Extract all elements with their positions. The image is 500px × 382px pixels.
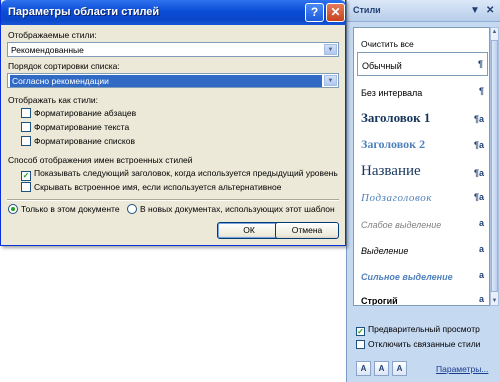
style-item-heading-2[interactable]: Заголовок 2 ¶a — [357, 130, 488, 156]
format-lists-checkbox[interactable]: Форматирование списков — [21, 136, 135, 146]
chevron-down-icon[interactable]: ▼ — [324, 75, 337, 86]
sort-order-select[interactable]: Согласно рекомендации ▼ — [7, 73, 339, 88]
style-item-label: Обычный — [362, 61, 402, 71]
show-next-heading-label: Показывать следующий заголовок, когда ис… — [34, 168, 338, 178]
checkbox-box[interactable] — [21, 122, 31, 132]
checkbox-box[interactable] — [356, 340, 365, 349]
chevron-down-icon[interactable]: ▼ — [324, 44, 337, 55]
new-documents-label: В новых документах, использующих этот ша… — [140, 204, 335, 214]
dialog-titlebar[interactable]: Параметры области стилей ? ✕ — [1, 0, 346, 25]
new-documents-radio[interactable]: В новых документах, использующих этот ша… — [127, 204, 335, 214]
linked-style-icon: ¶a — [473, 140, 484, 150]
options-link[interactable]: Параметры... — [436, 364, 488, 374]
style-item-label: Очистить все — [361, 39, 414, 49]
style-inspector-icon[interactable]: A — [374, 361, 389, 376]
linked-style-icon: ¶a — [473, 114, 484, 124]
displayed-styles-select[interactable]: Рекомендованные ▼ — [7, 42, 339, 57]
style-item-emphasis[interactable]: Выделение a — [357, 234, 488, 260]
style-item-label: Заголовок 2 — [361, 137, 426, 151]
hide-builtin-name-checkbox[interactable]: Скрывать встроенное имя, если использует… — [21, 182, 281, 192]
preview-checkbox[interactable]: ✓ Предварительный просмотр — [356, 324, 480, 336]
style-item-no-spacing[interactable]: Без интервала ¶ — [357, 78, 488, 102]
radio-dot[interactable] — [8, 204, 18, 214]
paragraph-style-icon: ¶ — [477, 59, 483, 69]
style-item-intense-emphasis[interactable]: Сильное выделение a — [357, 260, 488, 286]
character-style-icon: a — [478, 218, 484, 228]
checkbox-box[interactable]: ✓ — [21, 171, 31, 181]
scrollbar-thumb[interactable] — [491, 40, 498, 292]
preview-label: Предварительный просмотр — [368, 324, 480, 334]
style-item-label: Строгий — [361, 296, 398, 306]
character-style-icon: a — [478, 270, 484, 280]
style-item-label: Сильное выделение — [361, 272, 453, 282]
pane-menu-dropdown-icon[interactable]: ▼ — [470, 5, 480, 16]
show-as-styles-label: Отображать как стили: — [8, 95, 99, 105]
checkbox-box[interactable] — [21, 108, 31, 118]
pane-toolbar: AAA — [356, 361, 410, 376]
styles-pane-header: Стили ▼ ✕ — [347, 0, 500, 22]
style-pane-options-dialog: Параметры области стилей ? ✕ Отображаемы… — [0, 0, 346, 246]
style-item-title[interactable]: Название ¶a — [357, 156, 488, 184]
sort-order-value: Согласно рекомендации — [10, 75, 322, 87]
ok-button[interactable]: ОК — [217, 222, 281, 239]
hide-builtin-name-label: Скрывать встроенное имя, если использует… — [34, 182, 282, 192]
only-this-document-label: Только в этом документе — [21, 204, 120, 214]
style-item-strong[interactable]: Строгий a — [357, 286, 488, 306]
style-item-normal[interactable]: Обычный ¶ — [357, 52, 488, 76]
format-paragraphs-checkbox[interactable]: Форматирование абзацев — [21, 108, 136, 118]
style-item-label: Выделение — [361, 246, 409, 256]
format-text-label: Форматирование текста — [34, 122, 130, 132]
style-item-label: Название — [361, 163, 421, 179]
pane-close-icon[interactable]: ✕ — [486, 5, 494, 16]
styles-pane-title: Стили — [353, 5, 381, 15]
manage-styles-icon[interactable]: A — [392, 361, 407, 376]
dialog-title: Параметры области стилей — [8, 6, 160, 18]
sort-order-label: Порядок сортировки списка: — [8, 61, 120, 71]
disable-linked-label: Отключить связанные стили — [368, 339, 481, 349]
style-item-heading-1[interactable]: Заголовок 1 ¶a — [357, 104, 488, 130]
disable-linked-styles-checkbox[interactable]: Отключить связанные стили — [356, 339, 480, 349]
styles-pane: Стили ▼ ✕ Очистить все Обычный ¶ Без инт… — [346, 0, 500, 382]
cancel-button[interactable]: Отмена — [275, 222, 339, 239]
checkbox-box[interactable] — [21, 182, 31, 192]
help-button[interactable]: ? — [305, 3, 324, 22]
only-this-document-radio[interactable]: Только в этом документе — [8, 204, 120, 214]
styles-list-scrollbar[interactable]: ▲ ▼ — [490, 27, 499, 306]
displayed-styles-value: Рекомендованные — [11, 45, 84, 55]
new-style-icon[interactable]: A — [356, 361, 371, 376]
builtin-names-label: Способ отображения имен встроенных стиле… — [8, 155, 193, 165]
scroll-up-icon[interactable]: ▲ — [491, 29, 498, 35]
displayed-styles-label: Отображаемые стили: — [8, 30, 97, 40]
radio-dot[interactable] — [127, 204, 137, 214]
style-item-subtle-emphasis[interactable]: Слабое выделение a — [357, 208, 488, 234]
divider — [7, 199, 339, 201]
format-paragraphs-label: Форматирование абзацев — [34, 108, 137, 118]
linked-style-icon: ¶a — [473, 168, 484, 178]
linked-style-icon: ¶a — [473, 192, 484, 202]
character-style-icon: a — [478, 294, 484, 304]
style-item-subtitle[interactable]: Подзаголовок ¶a — [357, 184, 488, 208]
checkbox-box[interactable] — [21, 136, 31, 146]
style-item-label: Заголовок 1 — [361, 110, 431, 125]
show-next-heading-checkbox[interactable]: ✓ Показывать следующий заголовок, когда и… — [21, 168, 338, 181]
style-item-clear-all[interactable]: Очистить все — [357, 29, 488, 53]
format-text-checkbox[interactable]: Форматирование текста — [21, 122, 129, 132]
style-item-label: Без интервала — [361, 88, 423, 98]
checkbox-box[interactable]: ✓ — [356, 327, 365, 336]
character-style-icon: a — [478, 244, 484, 254]
styles-list: Очистить все Обычный ¶ Без интервала ¶ З… — [353, 27, 490, 306]
style-item-label: Подзаголовок — [361, 192, 433, 204]
scroll-down-icon[interactable]: ▼ — [491, 298, 498, 304]
close-button[interactable]: ✕ — [326, 3, 345, 22]
paragraph-style-icon: ¶ — [478, 86, 484, 96]
format-lists-label: Форматирование списков — [34, 136, 135, 146]
style-item-label: Слабое выделение — [361, 220, 442, 230]
